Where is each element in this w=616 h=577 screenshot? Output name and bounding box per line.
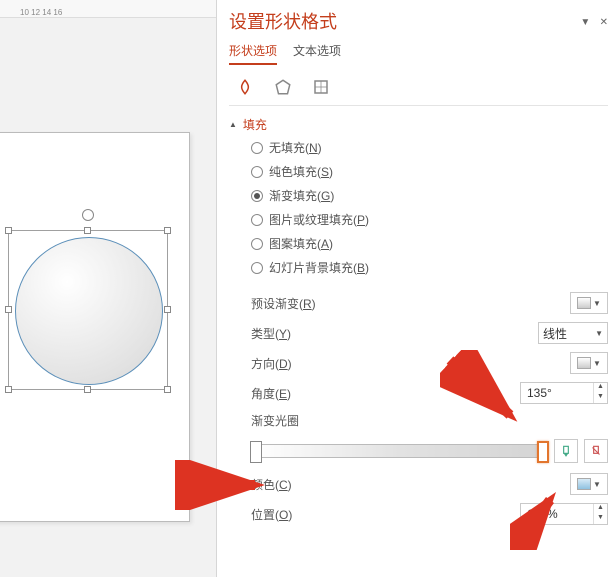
resize-handle-e[interactable]	[164, 306, 171, 313]
panel-title: 设置形状格式	[229, 8, 337, 34]
gradient-slider[interactable]	[251, 444, 548, 458]
radio-solid-fill[interactable]: 纯色填充(S)	[251, 163, 608, 180]
type-value: 线性	[543, 325, 567, 342]
row-color: 颜色(C) ▼	[229, 469, 608, 499]
spinner-up-icon[interactable]: ▲	[594, 383, 607, 393]
panel-close-icon[interactable]: ✕	[600, 17, 608, 28]
selection-box[interactable]	[8, 230, 168, 390]
radio-icon	[251, 214, 263, 226]
preset-gradient-dropdown[interactable]: ▼	[570, 292, 608, 314]
panel-tabs: 形状选项 文本选项	[229, 42, 608, 65]
effects-icon[interactable]	[271, 75, 295, 99]
spinner-up-icon[interactable]: ▲	[594, 504, 607, 514]
position-spinner[interactable]: 100% ▲ ▼	[520, 503, 608, 525]
gradient-stop-left[interactable]	[250, 441, 262, 463]
gradient-stops-label: 渐变光圈	[229, 412, 608, 429]
row-preset-gradient: 预设渐变(R) ▼	[229, 288, 608, 318]
resize-handle-sw[interactable]	[5, 386, 12, 393]
color-swatch-icon	[577, 478, 591, 490]
fill-line-icon[interactable]	[233, 75, 257, 99]
direction-swatch-icon	[577, 357, 591, 369]
radio-icon	[251, 190, 263, 202]
radio-no-fill[interactable]: 无填充(N)	[251, 139, 608, 156]
remove-stop-button[interactable]	[584, 439, 608, 463]
spinner-down-icon[interactable]: ▼	[594, 393, 607, 403]
radio-icon	[251, 262, 263, 274]
resize-handle-n[interactable]	[84, 227, 91, 234]
radio-icon	[251, 142, 263, 154]
collapse-triangle-icon: ▲	[229, 120, 237, 129]
resize-handle-ne[interactable]	[164, 227, 171, 234]
row-type: 类型(Y) 线性▼	[229, 318, 608, 348]
resize-handle-nw[interactable]	[5, 227, 12, 234]
resize-handle-s[interactable]	[84, 386, 91, 393]
angle-spinner[interactable]: 135° ▲ ▼	[520, 382, 608, 404]
size-properties-icon[interactable]	[309, 75, 333, 99]
radio-gradient-fill[interactable]: 渐变填充(G)	[251, 187, 608, 204]
radio-icon	[251, 166, 263, 178]
row-direction: 方向(D) ▼	[229, 348, 608, 378]
preset-swatch-icon	[577, 297, 591, 309]
radio-picture-fill[interactable]: 图片或纹理填充(P)	[251, 211, 608, 228]
radio-slide-bg-fill[interactable]: 幻灯片背景填充(B)	[251, 259, 608, 276]
direction-dropdown[interactable]: ▼	[570, 352, 608, 374]
panel-menu-caret-icon[interactable]: ▼	[580, 17, 590, 28]
radio-pattern-fill[interactable]: 图案填充(A)	[251, 235, 608, 252]
row-angle: 角度(E) 135° ▲ ▼	[229, 378, 608, 408]
fill-section-header[interactable]: ▲ 填充	[229, 114, 608, 139]
format-shape-panel: 设置形状格式 ▼ ✕ 形状选项 文本选项 ▲ 填充 无填充(N)	[216, 0, 616, 577]
circle-shape[interactable]	[15, 237, 163, 385]
angle-value: 135°	[521, 386, 593, 400]
gradient-stop-right[interactable]	[537, 441, 549, 463]
type-dropdown[interactable]: 线性▼	[538, 322, 608, 344]
resize-handle-w[interactable]	[5, 306, 12, 313]
spinner-down-icon[interactable]: ▼	[594, 514, 607, 524]
rotate-handle[interactable]	[82, 209, 94, 221]
color-dropdown[interactable]: ▼	[570, 473, 608, 495]
position-value: 100%	[521, 507, 593, 521]
tab-text-options[interactable]: 文本选项	[293, 42, 341, 65]
radio-icon	[251, 238, 263, 250]
row-position: 位置(O) 100% ▲ ▼	[229, 499, 608, 529]
resize-handle-se[interactable]	[164, 386, 171, 393]
canvas-area: 10 12 14 16	[0, 0, 216, 577]
tab-shape-options[interactable]: 形状选项	[229, 42, 277, 65]
horizontal-ruler: 10 12 14 16	[0, 0, 216, 18]
add-stop-button[interactable]	[554, 439, 578, 463]
ruler-marks: 10 12 14 16	[20, 8, 62, 17]
fill-section-label: 填充	[243, 116, 267, 133]
